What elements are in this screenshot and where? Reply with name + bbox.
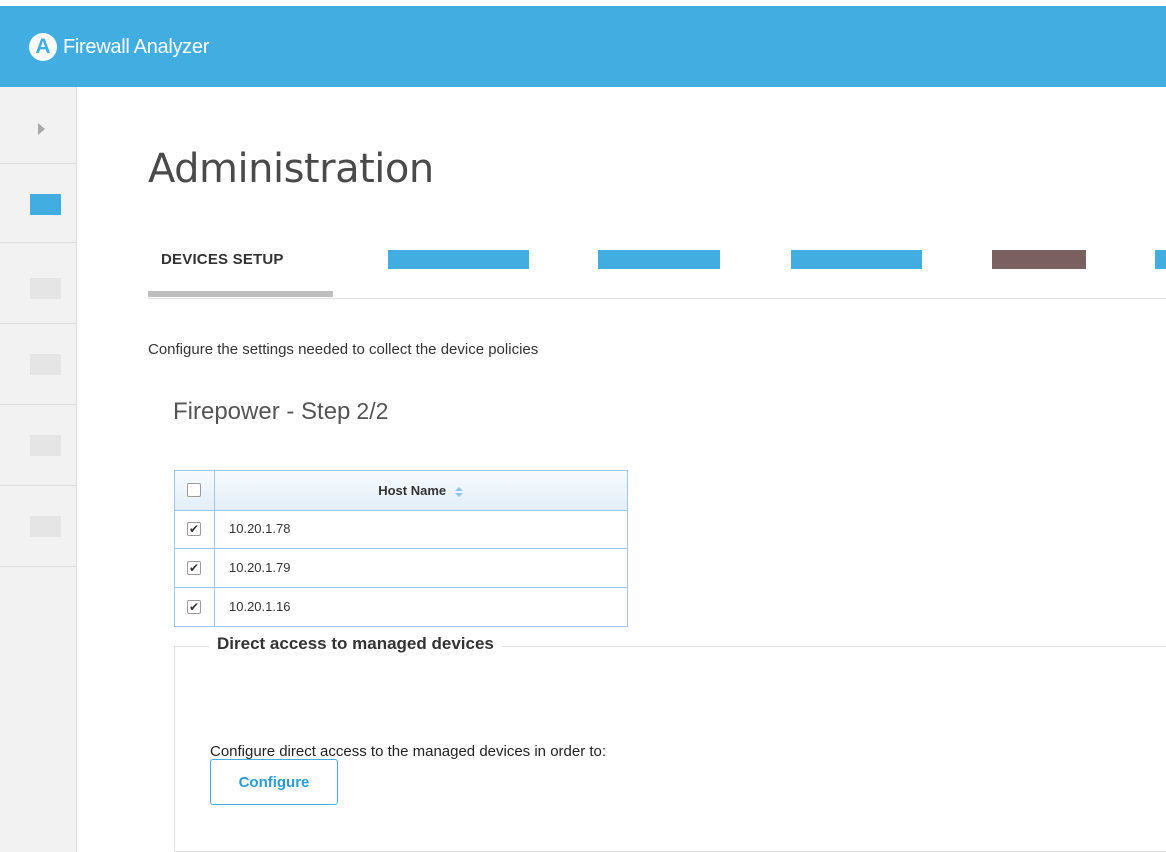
table-row[interactable]: ✔ 10.20.1.79 (175, 549, 627, 588)
row-checkbox[interactable]: ✔ (187, 600, 201, 614)
top-header-bar: A Firewall Analyzer (0, 0, 1166, 87)
row-check-cell: ✔ (175, 588, 215, 626)
host-name-cell: 10.20.1.79 (229, 560, 291, 575)
sort-icon[interactable] (454, 485, 464, 499)
nav-item-icon[interactable] (30, 354, 61, 375)
sidebar-item-2[interactable] (0, 243, 76, 324)
nav-item-icon[interactable] (30, 516, 61, 537)
app-title[interactable]: Firewall Analyzer (63, 33, 209, 61)
nav-item-icon[interactable] (30, 278, 61, 299)
nav-item-icon[interactable] (30, 435, 61, 456)
row-checkbox[interactable]: ✔ (187, 522, 201, 536)
row-check-cell: ✔ (175, 549, 215, 587)
column-header-host-name[interactable]: Host Name (215, 471, 627, 510)
expand-arrow-icon[interactable] (38, 123, 45, 135)
grid-header: Host Name (175, 471, 627, 511)
tab-devices-setup[interactable]: DEVICES SETUP (148, 247, 333, 299)
sidebar-item-3[interactable] (0, 324, 76, 405)
active-tab-indicator (148, 291, 333, 297)
tabs-divider (148, 298, 1166, 299)
header-check-cell (175, 471, 215, 510)
row-checkbox[interactable]: ✔ (187, 561, 201, 575)
tab-redacted-5[interactable] (1155, 250, 1166, 269)
tab-redacted-2[interactable] (598, 250, 720, 269)
step-label: Firepower - Step (173, 398, 351, 425)
tab-redacted-3[interactable] (791, 250, 922, 269)
table-row[interactable]: ✔ 10.20.1.78 (175, 510, 627, 549)
table-row[interactable]: ✔ 10.20.1.16 (175, 588, 627, 626)
page-title: Administration (148, 146, 434, 192)
tab-label: DEVICES SETUP (161, 251, 284, 268)
step-number: 2/2 (356, 398, 389, 424)
host-name-cell: 10.20.1.78 (229, 521, 291, 536)
host-grid: Host Name ✔ 10.20.1.78 ✔ 10.20.1.79 ✔ 10… (174, 470, 628, 627)
nav-item-icon[interactable] (30, 194, 61, 215)
page-description: Configure the settings needed to collect… (148, 341, 539, 358)
fieldset-legend: Direct access to managed devices (209, 634, 502, 654)
direct-access-text: Configure direct access to the managed d… (210, 743, 607, 760)
sidebar-item-1[interactable] (0, 164, 76, 243)
configure-button[interactable]: Configure (210, 759, 338, 805)
column-header-label: Host Name (378, 483, 447, 498)
tab-redacted-4[interactable] (992, 250, 1086, 269)
sidebar-toggle[interactable] (0, 87, 76, 164)
host-name-cell: 10.20.1.16 (229, 599, 291, 614)
logo-icon[interactable]: A (29, 33, 57, 61)
select-all-checkbox[interactable] (187, 483, 201, 497)
sidebar-item-5[interactable] (0, 486, 76, 567)
step-title: Firepower - Step 2/2 (173, 398, 388, 426)
tab-redacted-1[interactable] (388, 250, 529, 269)
sidebar-item-4[interactable] (0, 405, 76, 486)
sidebar (0, 87, 77, 852)
row-check-cell: ✔ (175, 510, 215, 548)
direct-access-fieldset: Direct access to managed devices Configu… (174, 634, 1166, 852)
